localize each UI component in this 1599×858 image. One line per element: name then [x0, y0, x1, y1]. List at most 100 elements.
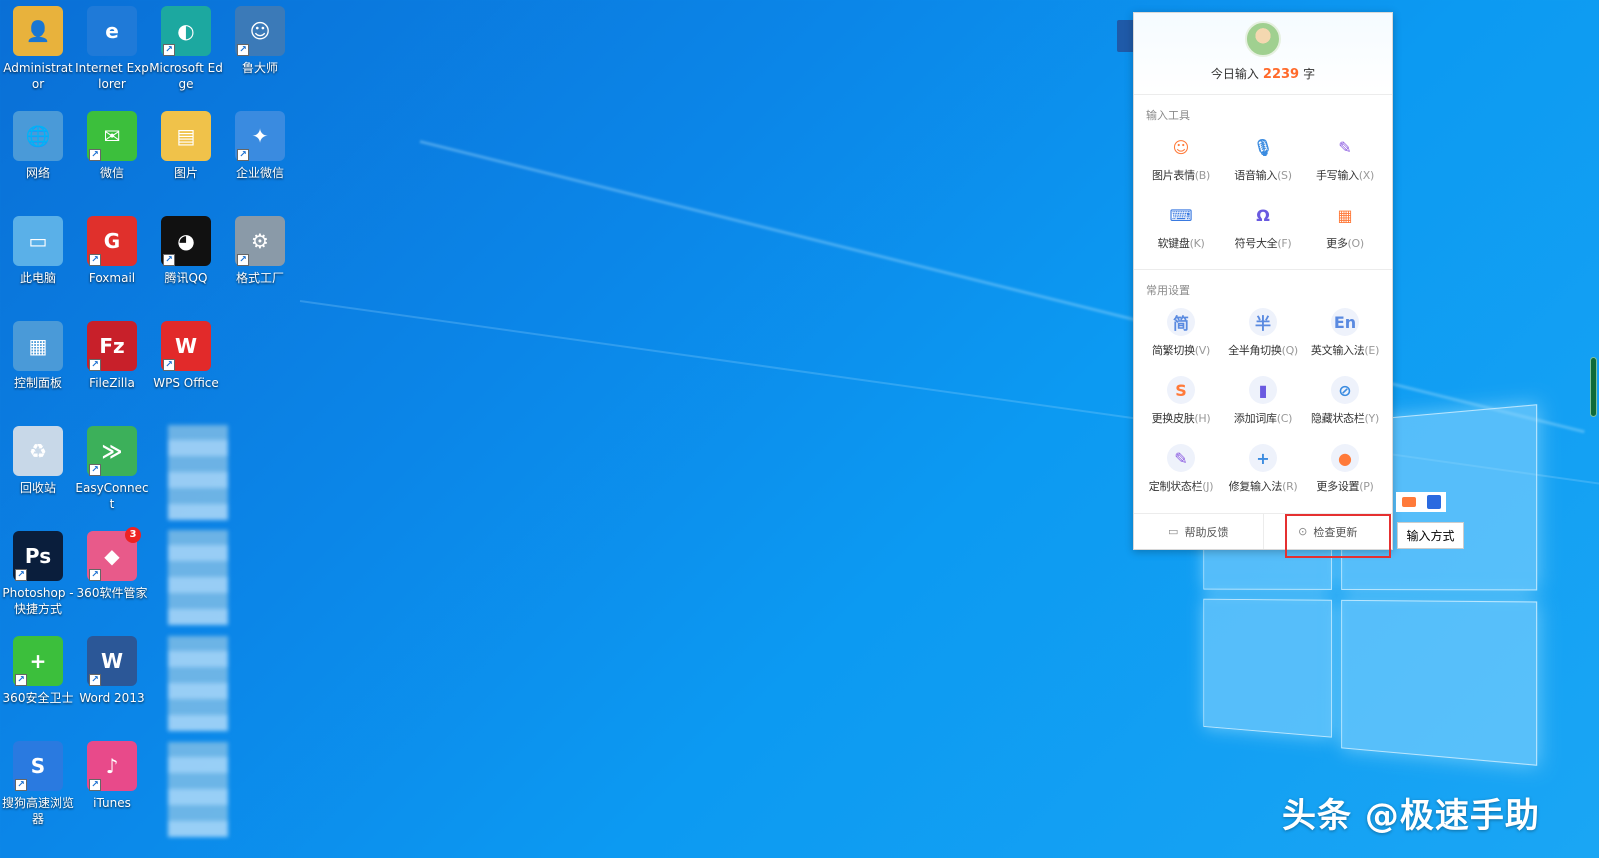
desktop-icon-sogou-browser[interactable]: S ↗ 搜狗高速浏览器: [0, 741, 76, 827]
keyboard-icon[interactable]: [1401, 497, 1416, 507]
edge-icon: ◐ ↗: [161, 6, 211, 56]
word-icon: W ↗: [87, 636, 137, 686]
blurred-icon[interactable]: [168, 742, 228, 837]
desktop-icon-label: WPS Office: [153, 376, 219, 390]
desktop-icon-label: 回收站: [19, 481, 56, 495]
ime-item-settings-hex[interactable]: ● 更多设置(P): [1304, 440, 1386, 508]
avatar[interactable]: [1245, 21, 1281, 57]
ludashi-icon: ☺ ↗: [235, 6, 285, 56]
tools-grid: ☺ 图片表情(B) 🎙 语音输入(S) ✎ 手写输入(X) ⌨ 软键盘(K) Ω 符号大全(F) ▦…: [1134, 129, 1392, 265]
recycle-bin-icon: ♻: [13, 426, 63, 476]
blurred-icon[interactable]: [168, 636, 228, 731]
hide-eye-icon: ⊘: [1331, 376, 1359, 404]
desktop-icon-foxmail[interactable]: G ↗ Foxmail: [74, 216, 150, 286]
scroll-knob[interactable]: [1590, 357, 1597, 417]
shortcut-arrow-icon: ↗: [89, 254, 101, 266]
desktop-icon-ie[interactable]: e Internet Explorer: [74, 6, 150, 92]
chat-icon: ▭: [1168, 525, 1179, 538]
desktop-icon-pictures-folder[interactable]: ▤ 图片: [148, 111, 224, 181]
ime-item-label: 符号大全(F): [1234, 237, 1292, 250]
desktop-icon-easyconnect[interactable]: ≫ ↗ EasyConnect: [74, 426, 150, 512]
customize-icon: ✎: [1167, 444, 1195, 472]
ime-item-label: 更换皮肤(H): [1151, 412, 1211, 425]
shortcut-arrow-icon: ↗: [237, 149, 249, 161]
desktop-icon-recycle-bin[interactable]: ♻ 回收站: [0, 426, 76, 496]
ime-item-label: 英文输入法(E): [1310, 344, 1380, 357]
ime-item-simplified[interactable]: 简简繁切换(V): [1140, 304, 1222, 372]
today-input-count: 今日输入 2239 字: [1134, 65, 1392, 82]
shortcut-arrow-icon: ↗: [237, 254, 249, 266]
desktop-icon-wps[interactable]: W ↗ WPS Office: [148, 321, 224, 391]
ime-item-label: 修复输入法(R): [1228, 480, 1298, 493]
ime-item-halfwidth[interactable]: 半全半角切换(Q): [1222, 304, 1304, 372]
desktop-icon-qq[interactable]: ◕ ↗ 腾讯QQ: [148, 216, 224, 286]
shortcut-arrow-icon: ↗: [15, 569, 27, 581]
ime-item-hide-eye[interactable]: ⊘ 隐藏状态栏(Y): [1304, 372, 1386, 440]
ime-item-dictionary[interactable]: ▮ 添加词库(C): [1222, 372, 1304, 440]
highlight-box: [1285, 514, 1391, 558]
ime-item-microphone[interactable]: 🎙 语音输入(S): [1222, 129, 1304, 197]
ime-item-omega[interactable]: Ω 符号大全(F): [1222, 197, 1304, 265]
settings-grid: 简简繁切换(V) 半全半角切换(Q) En 英文输入法(E) S 更换皮肤(H) ▮ 添加词库…: [1134, 304, 1392, 508]
ime-item-skin[interactable]: S 更换皮肤(H): [1140, 372, 1222, 440]
section-title-settings: 常用设置: [1146, 284, 1190, 297]
desktop-icon-computer[interactable]: ▭ 此电脑: [0, 216, 76, 286]
shortcut-arrow-icon: ↗: [15, 674, 27, 686]
desktop-icon-label: 搜狗高速浏览器: [1, 796, 74, 826]
shortcut-arrow-icon: ↗: [89, 359, 101, 371]
desktop-icon-label: 鲁大师: [241, 61, 278, 75]
control-panel-icon: ▦: [13, 321, 63, 371]
desktop-icon-control-panel[interactable]: ▦ 控制面板: [0, 321, 76, 391]
desktop-icon-wework[interactable]: ✦ ↗ 企业微信: [222, 111, 298, 181]
desktop-icon-filezilla[interactable]: Fz ↗ FileZilla: [74, 321, 150, 391]
desktop-icon-format-factory[interactable]: ⚙ ↗ 格式工厂: [222, 216, 298, 286]
panel-header: 今日输入 2239 字: [1134, 13, 1392, 95]
desktop-icon-360-software[interactable]: ◆ ↗ 3 360软件管家: [74, 527, 150, 601]
desktop-icon-label: 360安全卫士: [2, 691, 74, 705]
ime-item-label: 更多设置(P): [1316, 480, 1374, 493]
section-title-tools: 输入工具: [1146, 109, 1190, 122]
desktop-icon-ludashi[interactable]: ☺ ↗ 鲁大师: [222, 6, 298, 76]
desktop-icon-label: 企业微信: [235, 166, 284, 180]
ime-item-label: 全半角切换(Q): [1228, 344, 1298, 357]
desktop-icon-wechat[interactable]: ✉ ↗ 微信: [74, 111, 150, 181]
desktop-icon-photoshop[interactable]: Ps ↗ Photoshop - 快捷方式: [0, 531, 76, 617]
desktop-icon-edge[interactable]: ◐ ↗ Microsoft Edge: [148, 6, 224, 92]
input-method-button[interactable]: 输入方式: [1397, 522, 1464, 549]
shortcut-arrow-icon: ↗: [89, 569, 101, 581]
desktop-icon-label: EasyConnect: [75, 481, 149, 511]
emoji-icon: ☺: [1172, 137, 1190, 157]
desktop-icon-label: Word 2013: [79, 691, 145, 705]
desktop-icon-user-folder[interactable]: 👤 Administrator: [0, 6, 76, 92]
desktop-icon-label: Foxmail: [88, 271, 136, 285]
ime-item-keyboard[interactable]: ⌨ 软键盘(K): [1140, 197, 1222, 265]
shortcut-arrow-icon: ↗: [89, 779, 101, 791]
ie-icon: e: [87, 6, 137, 56]
photoshop-icon: Ps ↗: [13, 531, 63, 581]
desktop-icon-word[interactable]: W ↗ Word 2013: [74, 636, 150, 706]
desktop-icon-itunes[interactable]: ♪ ↗ iTunes: [74, 741, 150, 811]
ime-item-english[interactable]: En 英文输入法(E): [1304, 304, 1386, 372]
ime-item-label: 定制状态栏(J): [1148, 480, 1214, 493]
blurred-icon[interactable]: [168, 425, 228, 520]
help-feedback-button[interactable]: ▭ 帮助反馈: [1134, 514, 1263, 549]
ime-item-emoji[interactable]: ☺ 图片表情(B): [1140, 129, 1222, 197]
desktop-icon-360-safe[interactable]: + ↗ 360安全卫士: [0, 636, 76, 706]
network-icon: 🌐: [13, 111, 63, 161]
wps-icon: W ↗: [161, 321, 211, 371]
grid-icon[interactable]: [1426, 495, 1441, 509]
ime-item-label: 手写输入(X): [1315, 169, 1375, 182]
ime-item-pen[interactable]: ✎ 手写输入(X): [1304, 129, 1386, 197]
desktop-icon-label: Microsoft Edge: [149, 61, 223, 91]
blurred-icon[interactable]: [168, 530, 228, 625]
ime-item-repair[interactable]: + 修复输入法(R): [1222, 440, 1304, 508]
ime-item-customize[interactable]: ✎ 定制状态栏(J): [1140, 440, 1222, 508]
shortcut-arrow-icon: ↗: [237, 44, 249, 56]
shortcut-arrow-icon: ↗: [89, 464, 101, 476]
desktop-icon-network[interactable]: 🌐 网络: [0, 111, 76, 181]
ime-item-more-grid[interactable]: ▦ 更多(O): [1304, 197, 1386, 265]
ime-item-label: 语音输入(S): [1234, 169, 1292, 182]
simplified-icon: 简: [1167, 308, 1195, 336]
desktop-icon-label: Photoshop - 快捷方式: [2, 586, 74, 616]
pictures-folder-icon: ▤: [161, 111, 211, 161]
